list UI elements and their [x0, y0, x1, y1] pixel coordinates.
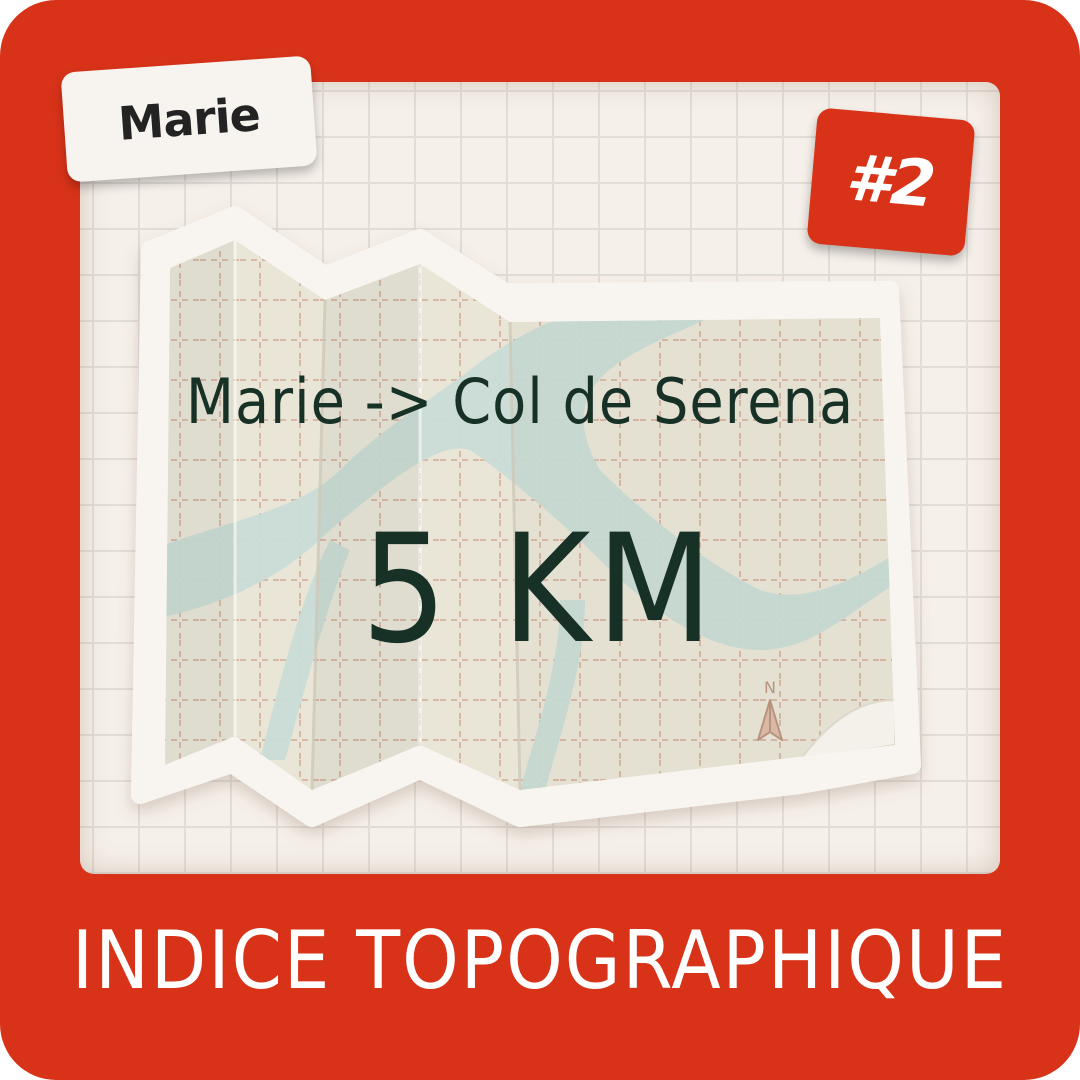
distance-value: 5 KM [361, 503, 719, 677]
player-name-tag: Marie [60, 55, 318, 183]
card-title: INDICE TOPOGRAPHIQUE [71, 914, 1009, 1007]
route-label: Marie -> Col de Serena [185, 365, 855, 438]
clue-number-badge: #2 [806, 107, 976, 257]
player-name: Marie [116, 87, 262, 151]
clue-card: N Marie #2 Marie -> Col de Serena 5 KM I… [0, 0, 1080, 1080]
compass-label: N [764, 678, 776, 697]
clue-number: #2 [843, 141, 939, 223]
